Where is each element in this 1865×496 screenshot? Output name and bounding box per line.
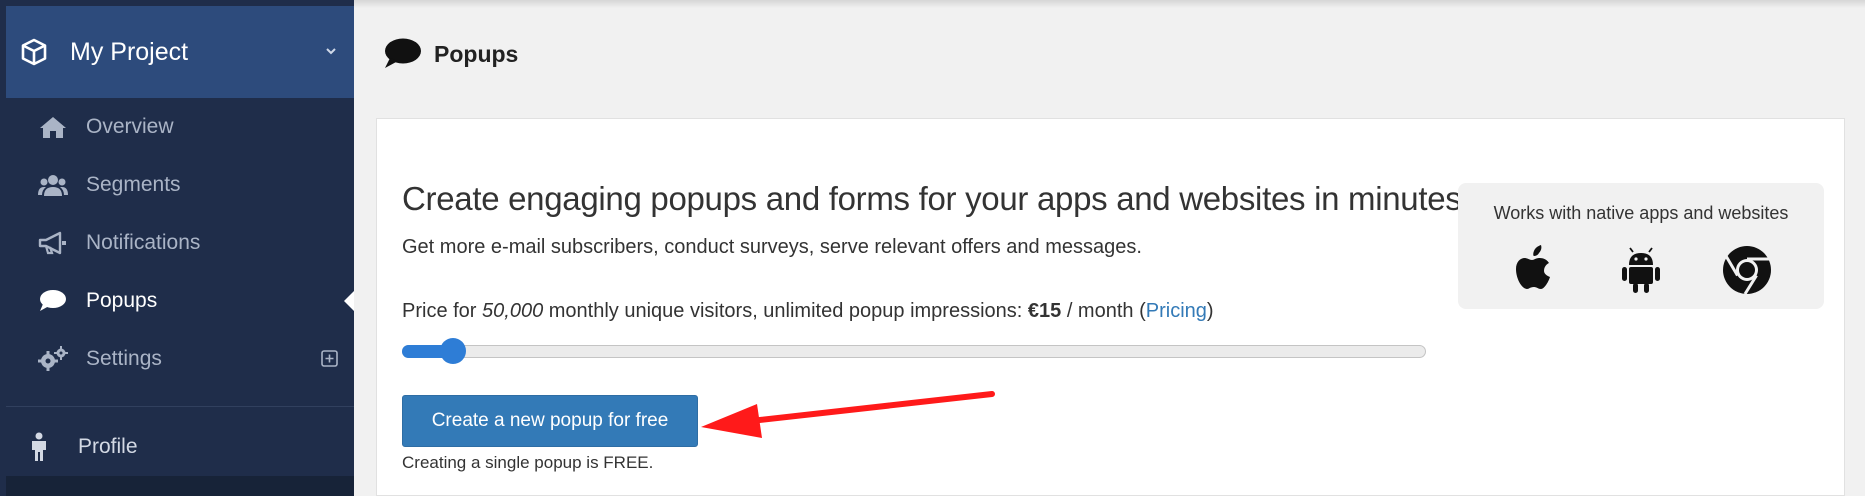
gears-icon <box>38 346 68 372</box>
red-arrow-annotation <box>701 391 995 438</box>
chevron-down-icon <box>326 48 336 55</box>
android-icon <box>1622 247 1660 293</box>
price-middle: monthly unique visitors, unlimited popup… <box>543 300 1028 322</box>
users-icon <box>38 172 68 198</box>
pricing-link[interactable]: Pricing <box>1146 300 1207 322</box>
project-title: My Project <box>70 37 189 66</box>
headline: Create engaging popups and forms for you… <box>402 180 1471 217</box>
cta-note: Creating a single popup is FREE. <box>402 453 654 472</box>
price-amount: €15 <box>1027 300 1062 322</box>
sidebar-item-notifications[interactable]: Notifications <box>6 214 354 272</box>
sidebar-item-label: Overview <box>86 115 174 138</box>
subline: Get more e-mail subscribers, conduct sur… <box>402 236 1142 258</box>
create-popup-button[interactable]: Create a new popup for free <box>402 395 698 447</box>
sidebar-item-overview[interactable]: Overview <box>6 98 354 156</box>
apple-icon <box>1516 245 1550 289</box>
sidebar: My Project Overview Segments Notificatio… <box>0 0 354 496</box>
compatibility-box: Works with native apps and websites <box>1458 183 1824 309</box>
sidebar-item-profile[interactable]: Profile <box>6 418 354 476</box>
sidebar-divider <box>6 406 354 407</box>
male-icon <box>26 432 52 462</box>
home-icon <box>38 114 68 140</box>
sidebar-item-settings[interactable]: Settings <box>6 330 354 388</box>
cube-icon <box>21 38 47 66</box>
sidebar-item-label: Settings <box>86 347 162 370</box>
sidebar-item-label: Notifications <box>86 231 201 254</box>
sidebar-item-label: Popups <box>86 289 158 312</box>
expand-plus-icon[interactable] <box>321 350 338 367</box>
comment-icon <box>38 288 68 314</box>
slider-handle[interactable] <box>440 338 466 364</box>
platform-icons <box>1458 243 1824 297</box>
slider-track[interactable] <box>402 345 1426 358</box>
visitors-slider[interactable] <box>402 338 1426 364</box>
panel-content: Create engaging popups and forms for you… <box>354 0 1865 496</box>
works-with-label: Works with native apps and websites <box>1493 203 1789 223</box>
chrome-icon <box>1723 246 1771 295</box>
sidebar-footer <box>6 476 354 496</box>
sidebar-item-label: Segments <box>86 173 181 196</box>
price-period: / month ( <box>1061 300 1146 322</box>
price-line: Price for 50,000 monthly unique visitors… <box>402 300 1214 323</box>
sidebar-item-segments[interactable]: Segments <box>6 156 354 214</box>
profile-label: Profile <box>78 435 138 458</box>
project-switcher[interactable]: My Project <box>6 6 354 98</box>
price-suffix: ) <box>1206 300 1214 322</box>
bullhorn-icon <box>38 230 68 256</box>
sidebar-item-popups[interactable]: Popups <box>6 272 354 330</box>
visitor-count: 50,000 <box>482 300 544 322</box>
sidebar-nav: Overview Segments Notifications Popups S… <box>6 98 354 388</box>
price-prefix: Price for <box>402 300 483 322</box>
